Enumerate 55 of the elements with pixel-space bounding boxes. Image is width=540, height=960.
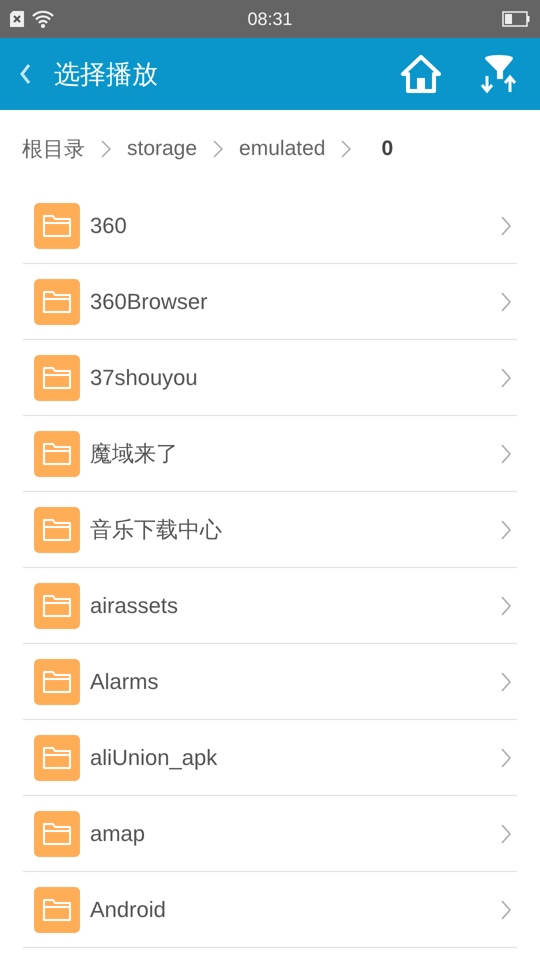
sim-card-icon <box>10 11 24 27</box>
folder-name: airassets <box>90 592 180 618</box>
folder-name: 音乐下载中心 <box>90 516 223 544</box>
folder-name: Android <box>90 896 167 922</box>
folder-icon <box>34 354 80 400</box>
folder-row[interactable]: Alarms <box>23 644 517 720</box>
folder-icon <box>34 886 80 932</box>
chevron-icon <box>501 748 511 768</box>
folder-row[interactable]: 360 <box>23 188 517 264</box>
folder-icon <box>34 582 80 628</box>
folder-icon <box>34 734 80 780</box>
breadcrumb-item[interactable]: 0 <box>381 137 394 161</box>
folder-icon <box>34 658 80 704</box>
home-icon[interactable] <box>400 54 442 94</box>
status-time: 08:31 <box>247 8 293 30</box>
folder-row[interactable]: aliUnion_apk <box>23 720 517 796</box>
breadcrumb-item[interactable]: emulated <box>239 137 326 161</box>
screen-title: 选择播放 <box>54 58 158 90</box>
chevron-icon <box>341 140 352 158</box>
wifi-icon <box>32 10 54 28</box>
chevron-icon <box>501 444 511 464</box>
folder-row[interactable]: amap <box>23 796 517 872</box>
chevron-icon <box>501 672 511 692</box>
folder-row[interactable]: 360Browser <box>23 264 517 340</box>
breadcrumb-item[interactable]: storage <box>127 137 198 161</box>
folder-icon <box>34 506 80 552</box>
chevron-icon <box>213 140 224 158</box>
back-icon[interactable] <box>18 63 32 85</box>
chevron-icon <box>501 216 511 236</box>
folder-icon <box>34 810 80 856</box>
filter-sort-icon[interactable] <box>480 54 518 94</box>
folder-row[interactable]: airassets <box>23 568 517 644</box>
folder-name: 魔域来了 <box>90 440 179 468</box>
breadcrumb-item[interactable]: 根目录 <box>22 135 85 163</box>
folder-name: 37shouyou <box>90 364 199 390</box>
folder-name: amap <box>90 820 146 846</box>
chevron-icon <box>501 520 511 540</box>
folder-icon <box>34 202 80 248</box>
folder-row[interactable]: 37shouyou <box>23 340 517 416</box>
chevron-icon <box>101 140 111 158</box>
chevron-icon <box>501 596 511 616</box>
battery-icon <box>502 11 530 27</box>
chevron-icon <box>501 368 511 388</box>
folder-name: Alarms <box>90 668 160 694</box>
folder-icon <box>34 278 80 324</box>
folder-row[interactable]: 音乐下载中心 <box>23 492 517 568</box>
folder-row[interactable]: Android <box>23 872 517 948</box>
chevron-icon <box>501 900 511 920</box>
folder-name: aliUnion_apk <box>90 744 218 770</box>
chevron-icon <box>501 824 511 844</box>
folder-name: 360Browser <box>90 288 208 314</box>
folder-icon <box>34 430 80 476</box>
folder-name: 360 <box>90 212 128 238</box>
folder-row[interactable]: 魔域来了 <box>23 416 517 492</box>
chevron-icon <box>501 292 511 312</box>
